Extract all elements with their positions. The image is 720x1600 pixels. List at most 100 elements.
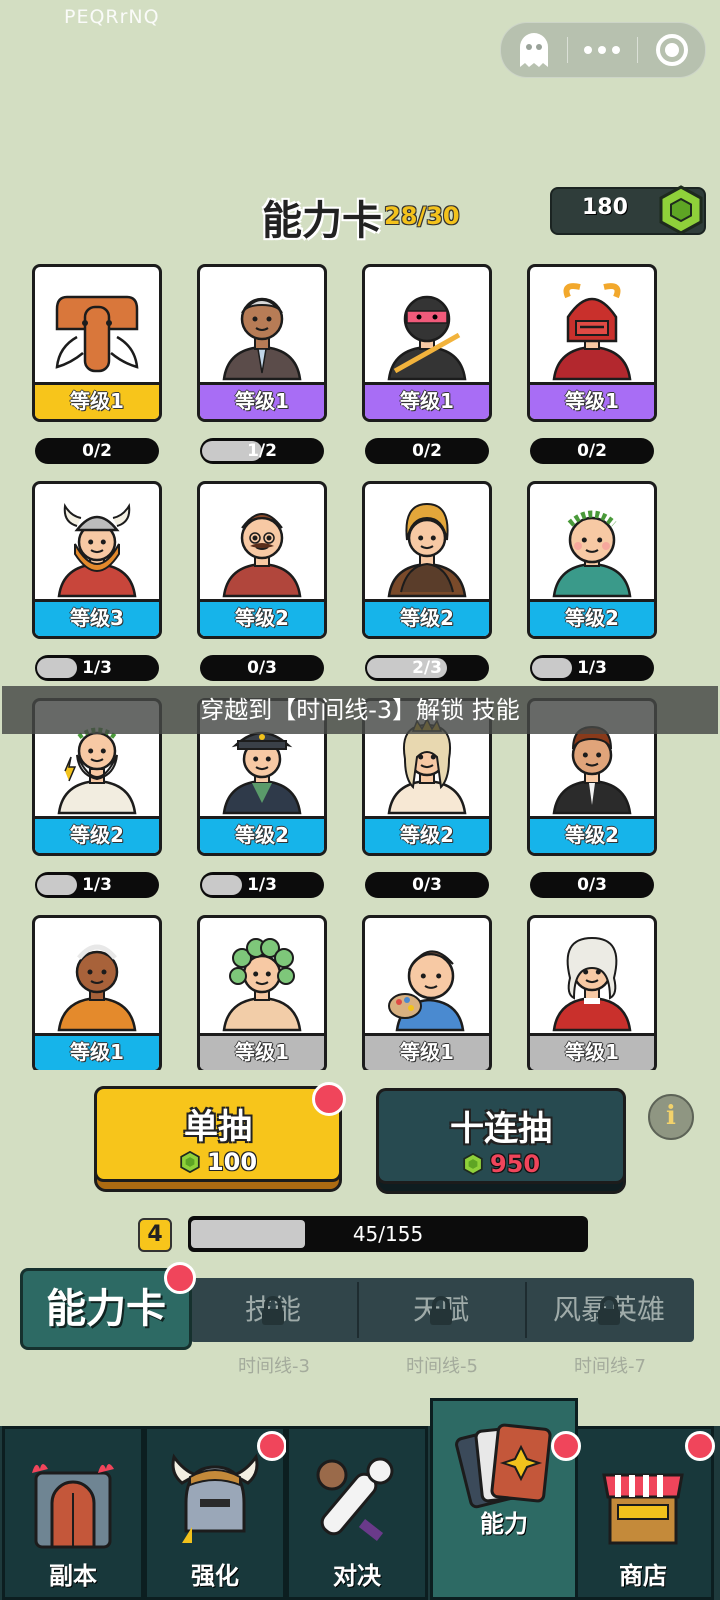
composer-portrait-icon (530, 918, 654, 1038)
nav-dungeon[interactable]: 副本 (2, 1426, 144, 1600)
card-level-label: 等级3 (35, 599, 159, 636)
page-title: 能力卡 (262, 198, 382, 244)
green-gem-icon (659, 185, 703, 235)
card-progress-text: 0/3 (412, 875, 442, 895)
card-progress-text: 1/3 (577, 658, 607, 678)
card-level-label: 等级1 (530, 382, 654, 419)
ability-card[interactable]: 等级1 (32, 264, 162, 422)
lock-icon (430, 1296, 452, 1325)
card-progress-text: 0/2 (412, 441, 442, 461)
ability-card[interactable]: 等级2 (197, 481, 327, 639)
nav-label: 副本 (49, 1562, 97, 1590)
currency-value: 180 (582, 195, 628, 220)
card-level-label: 等级2 (35, 816, 159, 853)
card-progress-bar: 0/3 (530, 872, 654, 898)
tab-locked-1[interactable]: 技能 (190, 1278, 356, 1342)
card-progress-bar: 0/3 (200, 655, 324, 681)
nav-shop[interactable]: 商店 (572, 1426, 715, 1600)
hunter-portrait-icon (365, 484, 489, 604)
tab-locked-2[interactable]: 天赋 (358, 1278, 524, 1342)
card-progress-bar: 0/2 (35, 438, 159, 464)
painter-portrait-icon (365, 918, 489, 1038)
category-tabs: 技能天赋风暴英雄 (190, 1278, 694, 1342)
lock-icon (262, 1296, 284, 1325)
info-button[interactable]: i (648, 1094, 694, 1140)
medusa-portrait-icon (200, 918, 324, 1038)
ability-card[interactable]: 等级1 (362, 264, 492, 422)
card-progress-text: 2/3 (412, 658, 442, 678)
dungeon-door-icon (5, 1443, 141, 1563)
tab-unlock-hint: 时间线-7 (574, 1356, 646, 1377)
card-count: 28/30 (384, 202, 460, 230)
card-level-label: 等级1 (365, 382, 489, 419)
ability-card[interactable]: 等级1 (197, 915, 327, 1070)
card-level-label: 等级1 (365, 1033, 489, 1070)
viking-portrait-icon (35, 484, 159, 604)
ability-card[interactable]: 等级1 (362, 915, 492, 1070)
notification-dot (685, 1431, 715, 1461)
toast-message: 穿越到【时间线-3】解锁 技能 (2, 686, 718, 734)
card-level-label: 等级1 (530, 1033, 654, 1070)
ten-draw-cost: 950 (462, 1150, 540, 1178)
more-icon[interactable] (569, 23, 635, 77)
ten-draw-button[interactable]: 十连抽 950 (376, 1088, 626, 1184)
level-progress-bar: 45/155 (188, 1216, 588, 1252)
ability-card[interactable]: 等级2 (527, 481, 657, 639)
nav-duel[interactable]: 对决 (286, 1426, 428, 1600)
ghost-icon[interactable] (501, 23, 567, 77)
single-draw-label: 单抽 (184, 1107, 252, 1147)
close-target-icon[interactable] (639, 23, 705, 77)
mustache-man-portrait-icon (200, 484, 324, 604)
notification-dot (551, 1431, 581, 1461)
helmet-icon (147, 1443, 283, 1563)
card-level-label: 等级1 (200, 382, 324, 419)
single-draw-cost: 100 (179, 1148, 257, 1176)
notification-dot (312, 1082, 346, 1116)
card-progress-text: 1/3 (247, 875, 277, 895)
card-progress-bar: 0/2 (365, 438, 489, 464)
card-level-label: 等级1 (200, 1033, 324, 1070)
card-progress-text: 1/2 (247, 441, 277, 461)
currency-display: 180 (550, 185, 706, 235)
card-level-label: 等级2 (200, 599, 324, 636)
card-progress-bar: 0/3 (365, 872, 489, 898)
single-draw-button[interactable]: 单抽 100 (94, 1086, 342, 1182)
tab-locked-3[interactable]: 风暴英雄 (526, 1278, 692, 1342)
mammoth-portrait-icon (35, 267, 159, 387)
tab-unlock-hint: 时间线-5 (406, 1356, 478, 1377)
monk-portrait-icon (35, 918, 159, 1038)
level-progress-text: 45/155 (352, 1222, 424, 1246)
ability-card[interactable]: 等级3 (32, 481, 162, 639)
bone-club-icon (289, 1443, 425, 1563)
ability-card[interactable]: 等级1 (527, 264, 657, 422)
ten-draw-label: 十连抽 (450, 1109, 552, 1149)
nav-label: 对决 (333, 1562, 381, 1590)
lock-icon (598, 1296, 620, 1325)
nav-upgrade[interactable]: 强化 (144, 1426, 287, 1600)
shop-stall-icon (575, 1443, 711, 1563)
card-progress-bar: 0/2 (530, 438, 654, 464)
single-draw-cost-value: 100 (206, 1148, 258, 1176)
ability-card[interactable]: 等级1 (527, 915, 657, 1070)
laurel-youth-portrait-icon (530, 484, 654, 604)
card-progress-bar: 2/3 (365, 655, 489, 681)
card-progress-bar: 1/3 (35, 872, 159, 898)
nav-label: 能力 (480, 1510, 528, 1538)
ability-card[interactable]: 等级1 (197, 264, 327, 422)
ability-card[interactable]: 等级2 (362, 481, 492, 639)
ten-draw-cost-value: 950 (489, 1150, 541, 1178)
card-progress-bar: 1/3 (530, 655, 654, 681)
card-level-label: 等级2 (530, 816, 654, 853)
app-id-label: PEQRrNQ (64, 6, 160, 28)
ability-card[interactable]: 等级1 (32, 915, 162, 1070)
card-level-label: 等级2 (365, 599, 489, 636)
card-progress-text: 1/3 (82, 658, 112, 678)
old-man-suit-portrait-icon (200, 267, 324, 387)
notification-dot (257, 1431, 287, 1461)
nav-ability[interactable]: 能力 (430, 1398, 581, 1600)
card-progress-bar: 1/3 (200, 872, 324, 898)
card-level-label: 等级1 (35, 382, 159, 419)
card-level-label: 等级1 (35, 1033, 159, 1070)
card-progress-text: 0/3 (577, 875, 607, 895)
nav-label: 商店 (619, 1562, 667, 1590)
